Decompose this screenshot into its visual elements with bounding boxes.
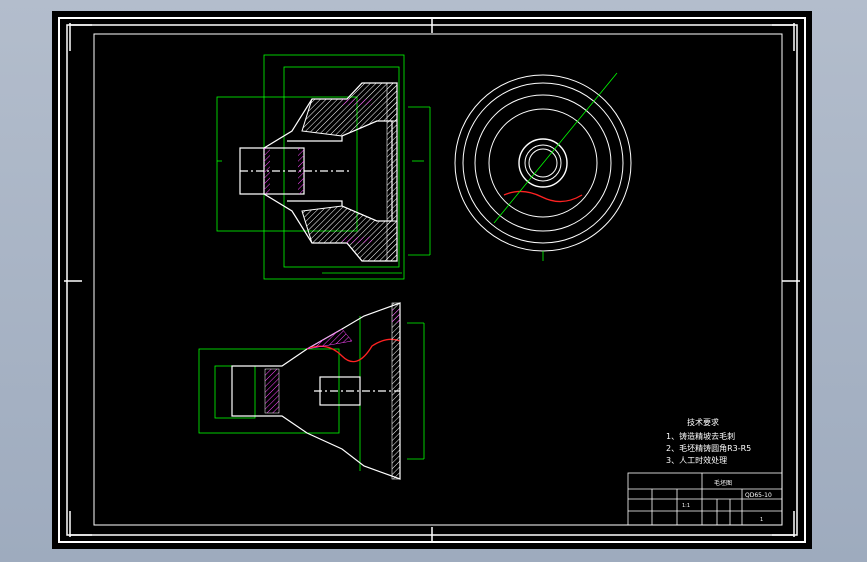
tech-req-item-3: 3、人工时效处理 [666,455,727,465]
section-view-top [216,54,431,280]
drawing-sheet[interactable]: 技术要求 1、铸造精坡去毛刺 2、毛坯精铸圆角R3-R5 3、人工时效处理 毛坯… [52,11,812,549]
tech-req-item-1: 1、铸造精坡去毛刺 [666,431,735,441]
title-part-name: 毛坯图 [714,479,732,487]
tech-req-heading: 技术要求 [687,417,719,427]
section-view-bottom [198,302,425,480]
title-scale: 1:1 [682,503,690,509]
drawing-canvas: 技术要求 1、铸造精坡去毛刺 2、毛坯精铸圆角R3-R5 3、人工时效处理 毛坯… [58,17,806,543]
title-drawing-no: QD65-10 [745,492,772,499]
tech-req-item-2: 2、毛坯精铸圆角R3-R5 [666,443,751,453]
title-block: 毛坯图 QD65-10 1:1 1 [627,472,783,526]
cad-viewport[interactable]: 技术要求 1、铸造精坡去毛刺 2、毛坯精铸圆角R3-R5 3、人工时效处理 毛坯… [0,0,867,562]
title-sheet: 1 [760,517,763,523]
end-view [454,72,632,261]
tech-requirements: 技术要求 1、铸造精坡去毛刺 2、毛坯精铸圆角R3-R5 3、人工时效处理 [666,417,751,465]
